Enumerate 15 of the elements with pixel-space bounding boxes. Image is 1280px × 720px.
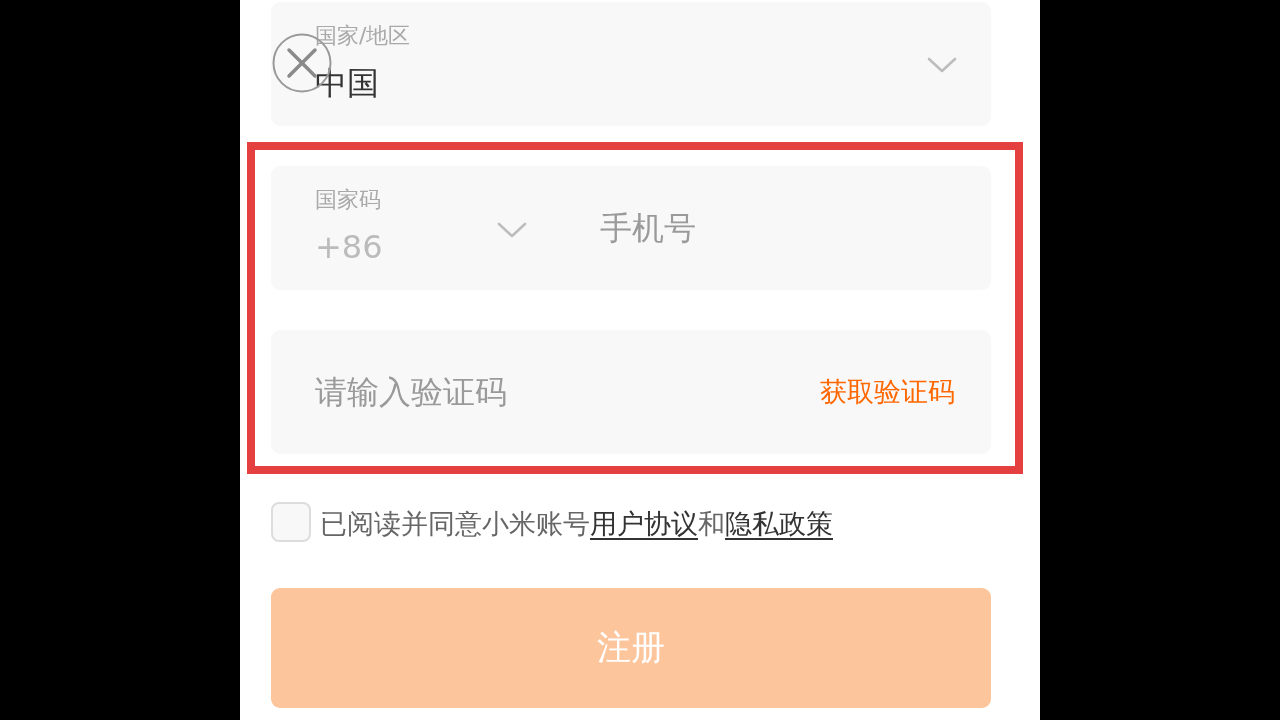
field-label: 国家码 [315,187,381,213]
country-code-dropdown[interactable]: 国家码 +86 [271,166,560,290]
agreement-checkbox[interactable] [271,502,311,542]
agreement-link[interactable]: 隐私政策 [725,508,833,539]
field-label: 国家/地区 [315,23,411,49]
code-field[interactable]: 请输入验证码 获取验证码 [271,330,991,454]
get-code-link[interactable]: 获取验证码 [820,374,955,410]
agreement-text: 已阅读并同意小米账号用户协议和隐私政策 [320,507,833,541]
phone-field[interactable]: 国家码 +86 手机号 [271,166,991,290]
phone-input[interactable]: 手机号 [560,166,991,290]
country-code-value: +86 [315,228,383,266]
agreement-link[interactable]: 用户协议 [590,508,698,539]
chevron-down-icon [927,57,957,73]
code-input[interactable]: 请输入验证码 [271,330,820,454]
chevron-down-icon [497,222,527,238]
